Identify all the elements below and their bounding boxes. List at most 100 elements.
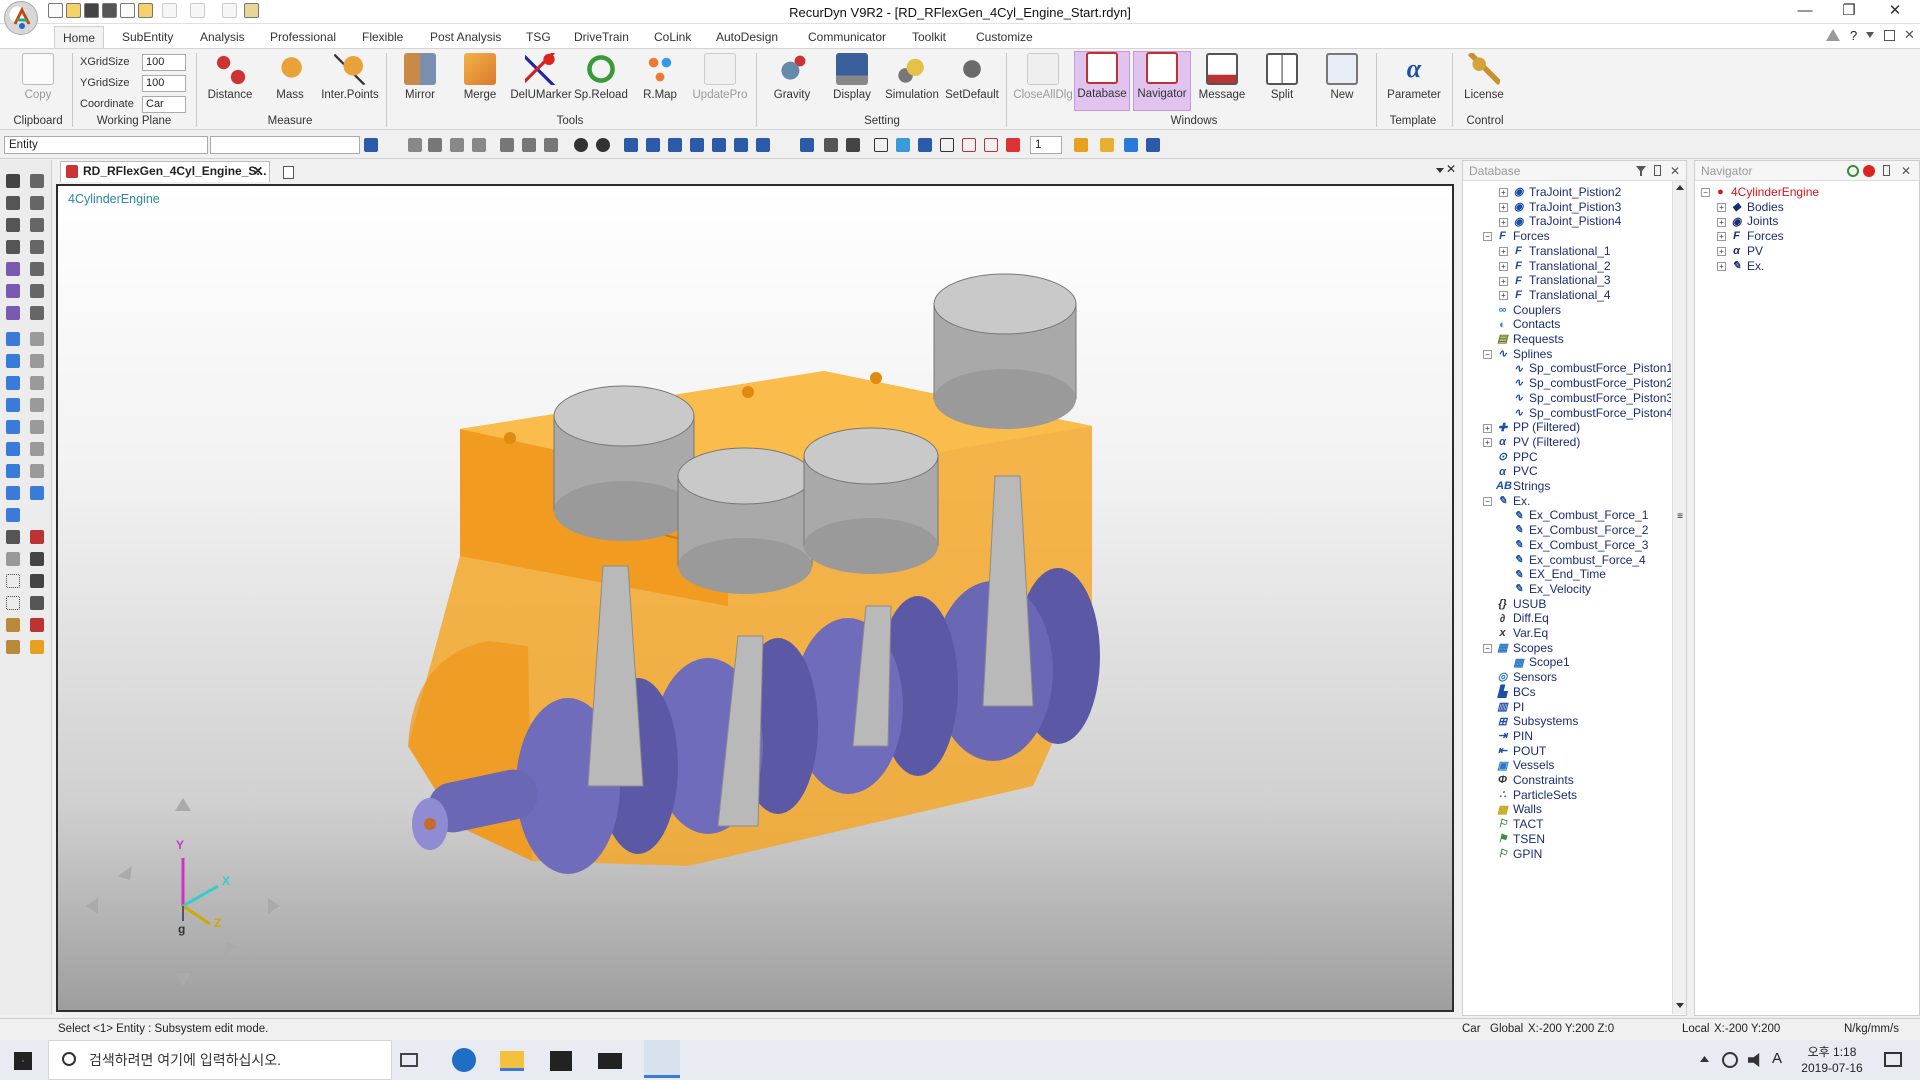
pick-center-icon[interactable] (522, 138, 536, 152)
delumarker-button[interactable]: DelUMarker (510, 53, 572, 101)
tree-item[interactable]: ⚐ GPIN (1483, 845, 1543, 863)
nav-back-icon[interactable] (1847, 165, 1859, 177)
wireframe-icon[interactable] (874, 138, 888, 152)
file-explorer-icon[interactable] (500, 1051, 524, 1071)
close-panel-icon[interactable]: ✕ (1670, 161, 1680, 181)
clock-time[interactable]: 오후 1:18 (1800, 1043, 1864, 1060)
filter-icon[interactable] (1636, 166, 1646, 176)
updatepro-button[interactable]: UpdatePro (690, 53, 750, 101)
ime-indicator[interactable]: A (1772, 1050, 1782, 1067)
split-button[interactable]: Split (1254, 53, 1310, 101)
view-iso-icon[interactable] (756, 138, 770, 152)
expand-icon[interactable]: + (1499, 247, 1508, 257)
apply-icon[interactable] (364, 138, 378, 152)
tab-tsg[interactable]: TSG (518, 28, 559, 48)
expand-icon[interactable]: + (1499, 203, 1508, 213)
animate-icon[interactable] (1100, 138, 1114, 152)
parameter-button[interactable]: α Parameter (1384, 53, 1444, 101)
tab-professional[interactable]: Professional (262, 28, 344, 48)
clock-date[interactable]: 2019-07-16 (1796, 1061, 1868, 1075)
rotate-plane-icon[interactable] (30, 306, 44, 320)
close-window-button[interactable]: ✕ (1872, 0, 1918, 24)
plane-yz-icon[interactable] (30, 218, 44, 232)
body-icon[interactable] (6, 354, 20, 368)
entity-filter-input[interactable] (210, 136, 360, 154)
center-icon[interactable] (500, 138, 514, 152)
fit-icon[interactable] (544, 138, 558, 152)
model-viewport[interactable]: 4CylinderEngine Y X Z g (56, 184, 1454, 1012)
collapse-icon[interactable]: − (1483, 232, 1492, 242)
view-back-icon[interactable] (646, 138, 660, 152)
recurdyn-taskbar-icon[interactable] (644, 1040, 680, 1078)
marker-tb-icon[interactable] (6, 442, 20, 456)
expand-icon[interactable]: + (1717, 203, 1726, 213)
plane-zx-icon[interactable] (30, 262, 44, 276)
view-top-icon[interactable] (668, 138, 682, 152)
ground-icon[interactable] (30, 530, 44, 544)
snap2-icon[interactable] (6, 306, 20, 320)
expand-icon[interactable]: + (1483, 423, 1492, 433)
gravity-button[interactable]: Gravity (764, 53, 820, 101)
tab-analysis[interactable]: Analysis (192, 28, 253, 48)
piston-2[interactable] (677, 447, 813, 594)
view-right-icon[interactable] (734, 138, 748, 152)
hinge-icon[interactable] (30, 552, 44, 566)
text-icon[interactable] (846, 138, 860, 152)
tab-subentity[interactable]: SubEntity (114, 28, 181, 48)
force-tb-icon[interactable] (6, 398, 20, 412)
view-front-icon[interactable] (624, 138, 638, 152)
database-scrollbar[interactable]: ≡ (1672, 181, 1686, 1014)
axis-icon[interactable] (824, 138, 838, 152)
tab-colink[interactable]: CoLink (646, 28, 699, 48)
arrow-icon[interactable] (6, 240, 20, 254)
cylinder-icon[interactable] (30, 354, 44, 368)
select-icon[interactable] (6, 174, 20, 188)
document-tab[interactable]: RD_RFlexGen_4Cyl_Engine_S... ✕ (60, 161, 270, 182)
ribbon-options-icon[interactable] (1826, 29, 1840, 41)
collapse-icon[interactable]: − (1483, 350, 1492, 360)
grid-snap-icon[interactable] (6, 262, 20, 276)
collapse-icon[interactable]: − (1701, 188, 1710, 198)
xgrid-input[interactable]: 100 (142, 54, 186, 71)
setdefault-button[interactable]: SetDefault (942, 53, 1002, 101)
new-window-button[interactable]: New (1314, 53, 1370, 101)
rotate-icon[interactable] (428, 138, 442, 152)
expand-icon[interactable]: + (1717, 232, 1726, 242)
ygrid-input[interactable]: 100 (142, 75, 186, 92)
nav-close-icon[interactable]: ✕ (1901, 161, 1911, 181)
expand-icon[interactable]: + (1717, 217, 1726, 227)
spin-input[interactable]: 1 (1030, 136, 1062, 154)
expand-icon[interactable]: + (1499, 261, 1508, 271)
nav-stop-icon[interactable] (1863, 165, 1875, 177)
body-box-icon[interactable] (30, 332, 44, 346)
tab-list-icon[interactable] (1436, 168, 1444, 173)
new-tab-icon[interactable] (283, 166, 294, 179)
hidden-line-icon[interactable] (940, 138, 954, 152)
palette-icon[interactable] (1146, 138, 1160, 152)
mass-button[interactable]: Mass (262, 53, 318, 101)
pv-tb-icon[interactable] (6, 508, 20, 522)
collapse-icon[interactable]: − (1483, 497, 1492, 507)
help-icon[interactable]: ? (1850, 28, 1857, 43)
hand-icon[interactable] (408, 138, 422, 152)
network-icon[interactable] (1722, 1052, 1738, 1068)
nav-pin-icon[interactable] (1883, 165, 1890, 176)
plane-yx-icon[interactable] (30, 196, 44, 210)
tab-flexible[interactable]: Flexible (354, 28, 411, 48)
render-icon[interactable] (574, 138, 588, 152)
restore-button[interactable]: ❐ (1826, 0, 1872, 24)
scroll-down-icon[interactable] (1676, 1003, 1684, 1008)
entity-select[interactable]: Entity (4, 136, 208, 154)
expand-icon[interactable]: + (1499, 291, 1508, 301)
piston-1[interactable] (553, 385, 695, 541)
message-button[interactable]: Message (1194, 53, 1250, 101)
taskbar-search-input[interactable]: 검색하려면 여기에 입력하십시오. (48, 1040, 392, 1080)
plane-xy-icon[interactable] (30, 174, 44, 188)
table-icon[interactable] (30, 486, 44, 500)
layer-icon[interactable] (6, 618, 20, 632)
all-icon[interactable] (6, 332, 20, 346)
cone-icon[interactable] (30, 398, 44, 412)
marker-icon[interactable] (1006, 138, 1020, 152)
notifications-icon[interactable] (1884, 1052, 1902, 1067)
close-doc-icon[interactable]: ✕ (1446, 162, 1456, 176)
